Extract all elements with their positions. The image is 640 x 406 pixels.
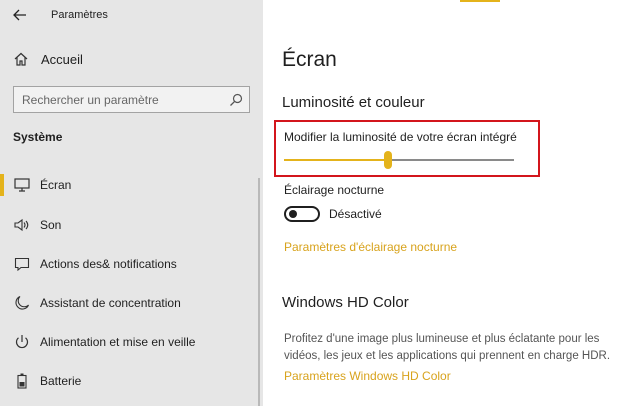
home-link[interactable]: Accueil bbox=[13, 51, 83, 67]
brightness-slider-label: Modifier la luminosité de votre écran in… bbox=[284, 130, 517, 144]
brightness-slider[interactable] bbox=[284, 150, 514, 170]
back-button[interactable] bbox=[10, 5, 30, 25]
arrow-left-icon bbox=[13, 9, 26, 21]
speaker-icon bbox=[13, 216, 31, 234]
moon-icon bbox=[13, 294, 31, 312]
sidebar-item-notifications[interactable]: Actions des& notifications bbox=[0, 246, 263, 282]
section-label: Système bbox=[13, 130, 63, 144]
sidebar-item-batterie[interactable]: Batterie bbox=[0, 363, 263, 399]
night-light-settings-link[interactable]: Paramètres d'éclairage nocturne bbox=[284, 240, 457, 254]
night-light-label: Éclairage nocturne bbox=[284, 183, 385, 197]
slider-fill bbox=[284, 159, 388, 161]
sidebar-item-alimentation[interactable]: Alimentation et mise en veille bbox=[0, 324, 263, 360]
sidebar-item-label: Actions des& notifications bbox=[40, 257, 177, 271]
night-light-state: Désactivé bbox=[329, 207, 382, 221]
battery-icon bbox=[13, 372, 31, 390]
monitor-icon bbox=[13, 176, 31, 194]
night-light-toggle[interactable] bbox=[284, 206, 320, 222]
sidebar-item-ecran[interactable]: Écran bbox=[0, 167, 263, 203]
brightness-heading: Luminosité et couleur bbox=[282, 94, 425, 111]
active-indicator bbox=[0, 174, 4, 196]
hd-color-settings-link[interactable]: Paramètres Windows HD Color bbox=[284, 369, 451, 383]
sidebar: Paramètres Accueil Système Écran Son Act… bbox=[0, 0, 263, 406]
home-label: Accueil bbox=[41, 51, 83, 67]
title-bar-accent bbox=[460, 0, 500, 2]
search-box[interactable] bbox=[13, 86, 250, 113]
sidebar-item-label: Batterie bbox=[40, 374, 82, 388]
slider-thumb[interactable] bbox=[383, 151, 392, 169]
sidebar-item-label: Son bbox=[40, 218, 62, 232]
power-icon bbox=[13, 333, 31, 351]
page-title: Écran bbox=[282, 48, 337, 71]
sidebar-item-label: Assistant de concentration bbox=[40, 296, 181, 310]
sidebar-item-label: Alimentation et mise en veille bbox=[40, 335, 196, 349]
hd-color-heading: Windows HD Color bbox=[282, 294, 409, 311]
search-input[interactable] bbox=[22, 91, 222, 108]
toggle-knob bbox=[289, 210, 297, 218]
window-title: Paramètres bbox=[51, 9, 108, 21]
content-pane: Écran Luminosité et couleur Modifier la … bbox=[263, 0, 640, 406]
notification-icon bbox=[13, 255, 31, 273]
sidebar-scrollbar[interactable] bbox=[258, 178, 260, 406]
hd-color-description: Profitez d'une image plus lumineuse et p… bbox=[284, 333, 611, 362]
sidebar-item-concentration[interactable]: Assistant de concentration bbox=[0, 285, 263, 321]
sidebar-item-son[interactable]: Son bbox=[0, 207, 263, 243]
search-icon[interactable] bbox=[229, 93, 243, 107]
sidebar-item-label: Écran bbox=[40, 178, 72, 192]
home-icon bbox=[14, 52, 28, 66]
